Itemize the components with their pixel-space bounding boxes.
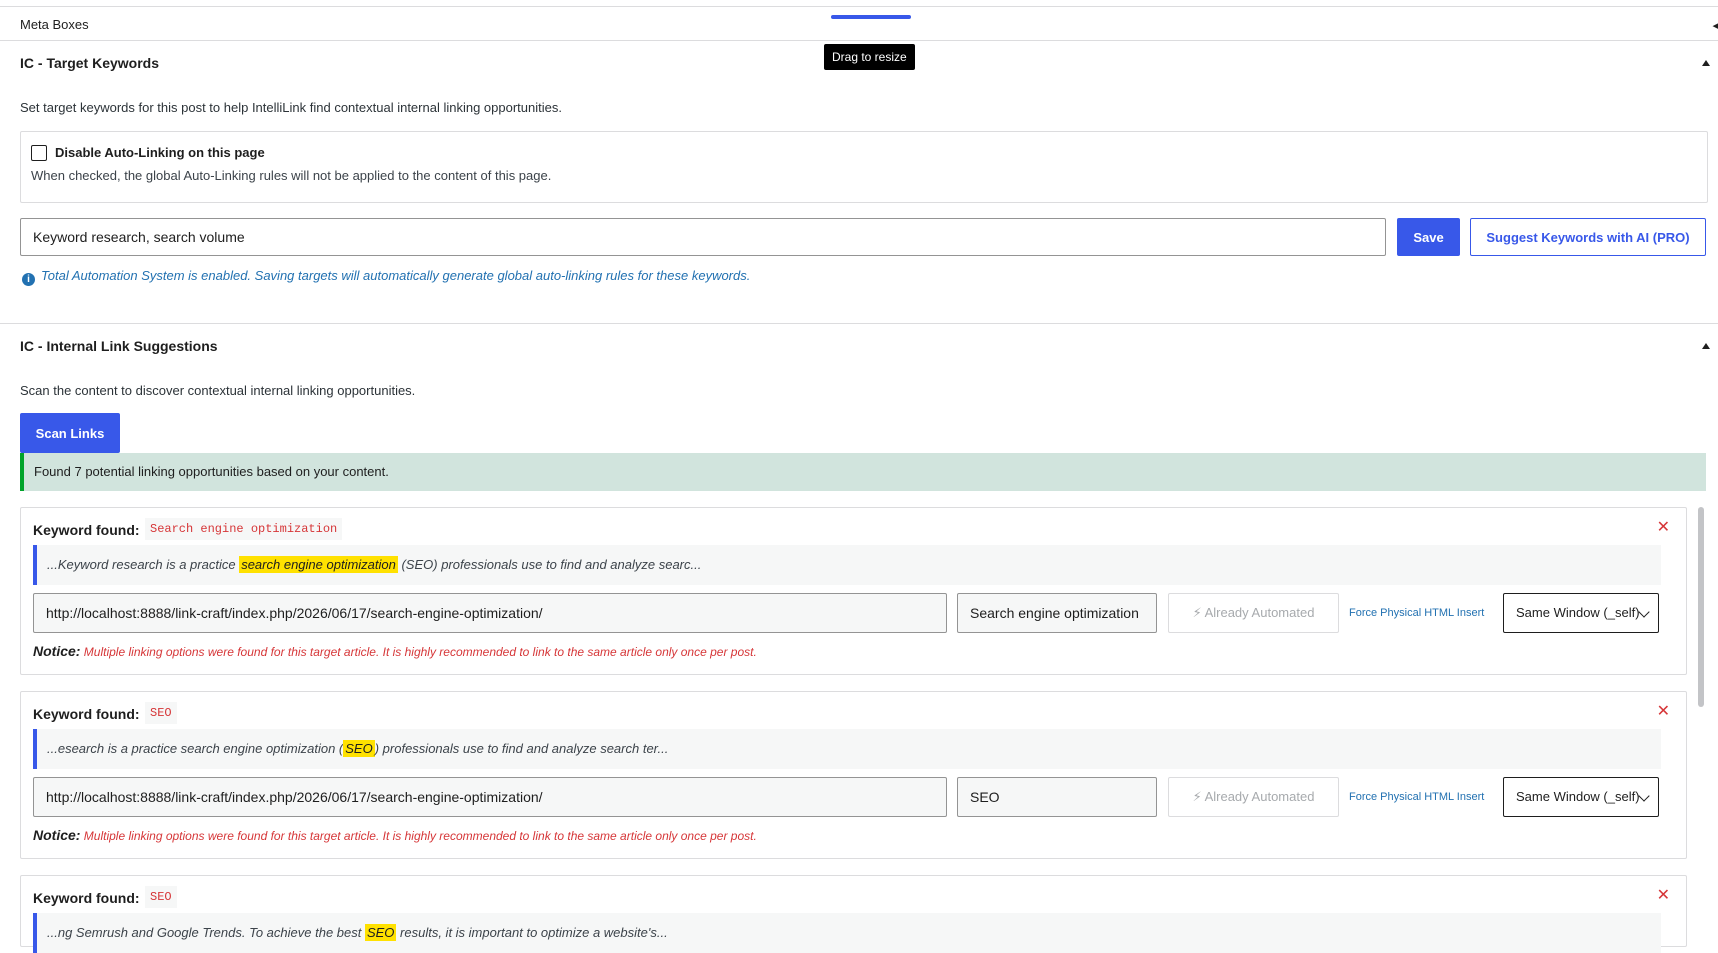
panel-divider: [0, 323, 1718, 324]
excerpt-highlight: SEO: [343, 740, 375, 757]
keyword-badge: SEO: [145, 702, 177, 724]
meta-boxes-bar: Meta Boxes ◂: [0, 7, 1718, 41]
link-target-value: Same Window (_self): [1516, 605, 1640, 620]
link-target-select[interactable]: Same Window (_self): [1503, 593, 1659, 633]
force-html-insert-link[interactable]: Force Physical HTML Insert: [1349, 791, 1484, 803]
collapse-up-icon[interactable]: [1702, 60, 1710, 66]
meta-boxes-title: Meta Boxes: [20, 17, 89, 32]
link-suggestions-title: IC - Internal Link Suggestions: [20, 338, 218, 354]
autolinking-help-text: When checked, the global Auto-Linking ru…: [31, 168, 552, 183]
keyword-found-label: Keyword found:: [33, 706, 140, 722]
suggestion-card: Keyword found: Search engine optimizatio…: [20, 507, 1687, 675]
collapse-up-icon[interactable]: [1702, 343, 1710, 349]
excerpt-text: ...Keyword research is a practice: [47, 557, 240, 572]
notice-text: Multiple linking options were found for …: [83, 645, 757, 659]
target-keywords-title: IC - Target Keywords: [20, 55, 159, 71]
dismiss-icon[interactable]: ✕: [1657, 517, 1670, 537]
resize-handle[interactable]: [831, 15, 911, 19]
notice-text: Multiple linking options were found for …: [83, 829, 757, 843]
excerpt-highlight: search engine optimization: [239, 556, 398, 573]
keyword-badge: Search engine optimization: [145, 518, 343, 540]
chevron-down-icon: [1638, 790, 1650, 802]
link-target-value: Same Window (_self): [1516, 789, 1640, 804]
dismiss-icon[interactable]: ✕: [1657, 885, 1670, 905]
automation-info-text: Total Automation System is enabled. Savi…: [41, 268, 751, 283]
found-opportunities-notice: Found 7 potential linking opportunities …: [20, 453, 1706, 491]
context-excerpt: ...esearch is a practice search engine o…: [33, 729, 1661, 769]
notice-label: Notice:: [33, 643, 81, 659]
scan-links-button[interactable]: Scan Links: [20, 413, 120, 453]
disable-autolinking-label[interactable]: Disable Auto-Linking on this page: [55, 145, 265, 160]
save-button[interactable]: Save: [1397, 218, 1460, 256]
scrollbar[interactable]: [1698, 507, 1704, 707]
duplicate-notice: Notice: Multiple linking options were fo…: [33, 643, 757, 659]
target-keywords-description: Set target keywords for this post to hel…: [20, 100, 562, 115]
keyword-found-label: Keyword found:: [33, 522, 140, 538]
excerpt-text: ...esearch is a practice search engine o…: [47, 741, 344, 756]
suggestion-card: Keyword found: SEO ✕ ...esearch is a pra…: [20, 691, 1687, 859]
excerpt-text: (SEO) professionals use to find and anal…: [397, 557, 702, 572]
force-html-insert-link[interactable]: Force Physical HTML Insert: [1349, 607, 1484, 619]
excerpt-text: ) professionals use to find and analyze …: [374, 741, 669, 756]
notice-label: Notice:: [33, 827, 81, 843]
already-automated-button: ⚡ Already Automated: [1168, 777, 1339, 817]
suggestion-card: Keyword found: SEO ✕ ...ng Semrush and G…: [20, 875, 1687, 953]
collapse-sidebar-icon[interactable]: ◂: [1712, 19, 1718, 32]
target-keywords-input[interactable]: [20, 218, 1386, 256]
disable-autolinking-checkbox[interactable]: [31, 145, 47, 161]
dismiss-icon[interactable]: ✕: [1657, 701, 1670, 721]
keyword-found-label: Keyword found:: [33, 890, 140, 906]
context-excerpt: ...Keyword research is a practice search…: [33, 545, 1661, 585]
suggest-keywords-ai-button[interactable]: Suggest Keywords with AI (PRO): [1470, 218, 1706, 256]
info-icon: i: [22, 273, 35, 286]
autolink-settings-box: Disable Auto-Linking on this page When c…: [20, 131, 1708, 203]
link-target-select[interactable]: Same Window (_self): [1503, 777, 1659, 817]
context-excerpt: ...ng Semrush and Google Trends. To achi…: [33, 913, 1661, 953]
anchor-text-input[interactable]: [957, 593, 1157, 633]
link-suggestions-description: Scan the content to discover contextual …: [20, 383, 416, 398]
anchor-text-input[interactable]: [957, 777, 1157, 817]
top-border: [0, 0, 1718, 7]
duplicate-notice: Notice: Multiple linking options were fo…: [33, 827, 757, 843]
automation-info: i Total Automation System is enabled. Sav…: [22, 268, 750, 286]
already-automated-button: ⚡ Already Automated: [1168, 593, 1339, 633]
target-url-input[interactable]: [33, 777, 947, 817]
resize-tooltip: Drag to resize: [824, 44, 915, 70]
target-url-input[interactable]: [33, 593, 947, 633]
chevron-down-icon: [1638, 606, 1650, 618]
keyword-badge: SEO: [145, 886, 177, 908]
